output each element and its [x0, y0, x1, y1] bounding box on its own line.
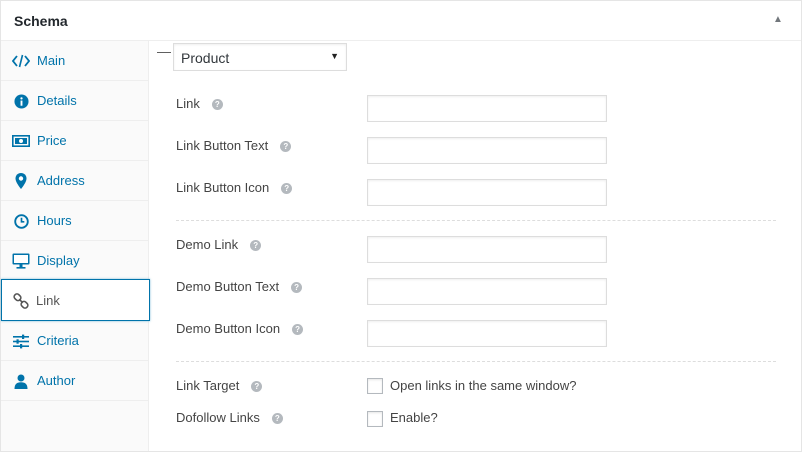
help-icon[interactable]: ? [281, 183, 293, 194]
tabs-sidebar: Main Details Price Address Hours Display… [1, 41, 150, 451]
same-window-label[interactable]: Open links in the same window? [390, 378, 576, 393]
tab-main[interactable]: Main [1, 41, 149, 81]
demo-button-icon-input[interactable] [367, 320, 607, 347]
collapse-dash-icon[interactable]: — [157, 44, 171, 58]
tab-label: Price [37, 133, 67, 148]
link-button-icon-input[interactable] [367, 179, 607, 206]
tab-label: Link [36, 293, 60, 308]
select-value: Product [181, 50, 230, 66]
tab-price[interactable]: Price [1, 121, 149, 161]
schema-type-select[interactable]: Product ▼ [173, 43, 347, 71]
tab-label: Details [37, 93, 77, 108]
money-icon [12, 132, 30, 150]
demo-link-input[interactable] [367, 236, 607, 263]
schema-metabox: Schema ▲ Main Details Price Address Hour… [0, 0, 802, 452]
desktop-icon [12, 252, 30, 270]
tab-label: Main [37, 53, 66, 68]
chevron-down-icon: ▼ [330, 51, 339, 61]
tab-label: Display [37, 253, 80, 268]
tab-hours[interactable]: Hours [1, 201, 149, 241]
tab-label: Address [37, 173, 85, 188]
field-label-link-target: Link Target? [176, 378, 263, 393]
chain-link-icon [12, 292, 30, 310]
metabox-header: Schema ▲ [1, 1, 801, 41]
field-label-demo-button-icon: Demo Button Icon? [176, 321, 304, 336]
help-icon[interactable]: ? [292, 324, 304, 335]
help-icon[interactable]: ? [251, 381, 263, 392]
link-panel: — Product ▼ Link? Link Button Text? Link… [150, 41, 801, 451]
help-icon[interactable]: ? [211, 99, 223, 110]
field-label-link-button-text: Link Button Text? [176, 138, 292, 153]
tab-address[interactable]: Address [1, 161, 149, 201]
same-window-checkbox[interactable] [367, 378, 383, 394]
field-label-link-button-icon: Link Button Icon? [176, 180, 293, 195]
tab-display[interactable]: Display [1, 241, 149, 281]
demo-button-text-input[interactable] [367, 278, 607, 305]
sliders-icon [12, 332, 30, 350]
field-label-link: Link? [176, 96, 223, 111]
location-pin-icon [12, 172, 30, 190]
collapse-toggle-icon[interactable]: ▲ [771, 13, 785, 27]
tab-author[interactable]: Author [1, 361, 149, 401]
help-icon[interactable]: ? [291, 282, 303, 293]
tab-label: Hours [37, 213, 72, 228]
field-label-demo-button-text: Demo Button Text? [176, 279, 303, 294]
section-divider [176, 361, 776, 362]
field-label-dofollow-links: Dofollow Links? [176, 410, 283, 425]
user-icon [12, 372, 30, 390]
tab-details[interactable]: Details [1, 81, 149, 121]
link-input[interactable] [367, 95, 607, 122]
code-icon [12, 52, 30, 70]
help-icon[interactable]: ? [250, 240, 262, 251]
field-label-demo-link: Demo Link? [176, 237, 262, 252]
tab-criteria[interactable]: Criteria [1, 321, 149, 361]
tab-label: Criteria [37, 333, 79, 348]
dofollow-label[interactable]: Enable? [390, 410, 438, 425]
tab-link[interactable]: Link [1, 279, 150, 321]
link-button-text-input[interactable] [367, 137, 607, 164]
info-icon [12, 92, 30, 110]
section-divider [176, 220, 776, 221]
help-icon[interactable]: ? [271, 413, 283, 424]
metabox-title: Schema [14, 13, 68, 29]
tab-label: Author [37, 373, 76, 388]
help-icon[interactable]: ? [280, 141, 292, 152]
dofollow-checkbox[interactable] [367, 411, 383, 427]
clock-icon [12, 212, 30, 230]
